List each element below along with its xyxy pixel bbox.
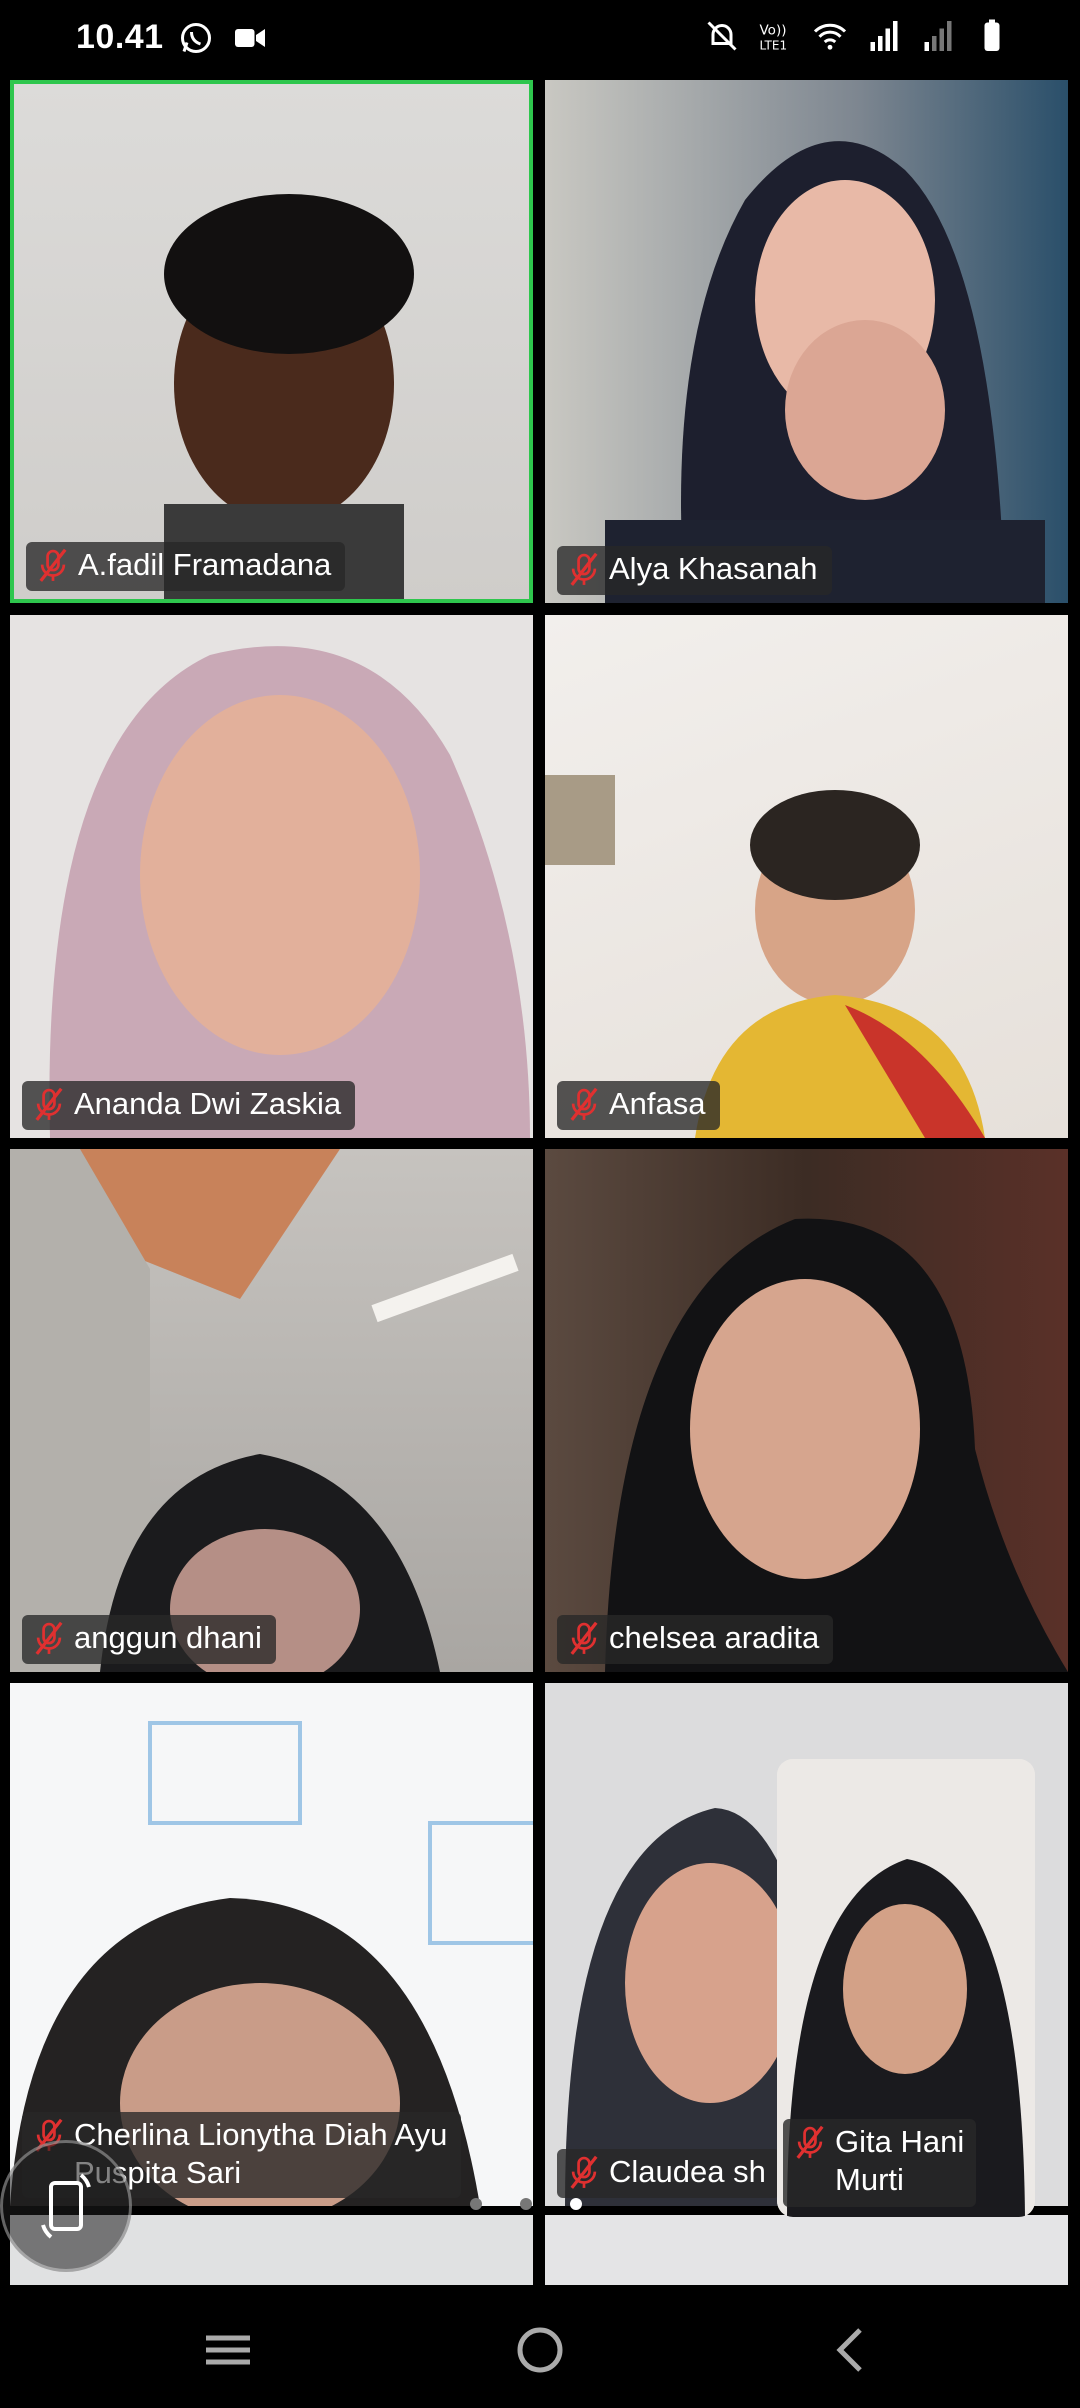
participant-video bbox=[49, 646, 530, 1138]
participant-name: Claudea sh bbox=[609, 2154, 766, 2189]
participant-tile-alya[interactable]: Alya Khasanah bbox=[545, 80, 1068, 603]
back-icon[interactable] bbox=[822, 2320, 882, 2380]
mic-muted-icon bbox=[39, 548, 67, 582]
participant-name-tag: chelsea aradita bbox=[557, 1615, 834, 1664]
participant-tile-afadil[interactable]: A.fadil Framadana bbox=[10, 80, 533, 603]
participant-tile-anfasa[interactable]: Anfasa bbox=[545, 615, 1068, 1138]
rotate-screen-button[interactable] bbox=[0, 2140, 132, 2272]
mute-bell-icon bbox=[707, 21, 737, 51]
participant-video bbox=[164, 194, 414, 599]
participant-name-line1: Cherlina Lionytha Diah Ayu bbox=[74, 2117, 448, 2152]
self-view-pip[interactable]: Gita Hani Murti bbox=[777, 1759, 1035, 2217]
signal-icon bbox=[870, 21, 898, 51]
page-dot[interactable] bbox=[520, 2198, 532, 2210]
self-name-line1: Gita Hani bbox=[835, 2124, 965, 2159]
participant-name-line2: Puspita Sari bbox=[74, 2155, 242, 2190]
participant-video bbox=[605, 141, 1045, 603]
participant-name-tag: Ananda Dwi Zaskia bbox=[22, 1081, 356, 1130]
participant-name: A.fadil Framadana bbox=[78, 547, 332, 582]
page-dot-active[interactable] bbox=[570, 2198, 582, 2210]
participant-tile-ananda[interactable]: Ananda Dwi Zaskia bbox=[10, 615, 533, 1138]
navigation-bar bbox=[0, 2290, 1080, 2408]
mic-muted-icon bbox=[570, 1621, 598, 1655]
next-row-preview bbox=[0, 2215, 1080, 2285]
page-indicator bbox=[470, 2198, 582, 2210]
participant-video bbox=[10, 1149, 519, 1672]
volte-icon: Vo))LTE1 bbox=[760, 23, 788, 53]
participant-tile-cherlina[interactable]: Cherlina Lionytha Diah Ayu Puspita Sari bbox=[10, 1683, 533, 2206]
participant-name: Ananda Dwi Zaskia bbox=[74, 1086, 342, 1121]
status-time: 10.41 bbox=[76, 18, 164, 56]
participant-name-tag: Anfasa bbox=[557, 1081, 720, 1130]
wifi-icon bbox=[813, 23, 847, 50]
battery-icon bbox=[984, 19, 1000, 51]
status-bar: 10.41 Vo)) LTE1 bbox=[0, 0, 1080, 78]
participant-name-tag: Alya Khasanah bbox=[557, 546, 832, 595]
participant-name-tag: anggun dhani bbox=[22, 1615, 276, 1664]
participant-name-tag: A.fadil Framadana bbox=[26, 542, 346, 591]
mic-muted-icon bbox=[570, 1087, 598, 1121]
participant-video bbox=[545, 775, 985, 1138]
mic-muted-icon bbox=[570, 2155, 598, 2189]
participant-name: anggun dhani bbox=[74, 1620, 262, 1655]
participant-tile-chelsea[interactable]: chelsea aradita bbox=[545, 1149, 1068, 1672]
mic-muted-icon bbox=[35, 1087, 63, 1121]
page-dot[interactable] bbox=[470, 2198, 482, 2210]
self-view-name-tag: Gita Hani Murti bbox=[783, 2119, 977, 2207]
mic-muted-icon bbox=[35, 1621, 63, 1655]
participant-name: chelsea aradita bbox=[609, 1620, 820, 1655]
whatsapp-icon bbox=[181, 23, 211, 53]
participant-name: Alya Khasanah bbox=[609, 551, 818, 586]
mic-muted-icon bbox=[796, 2125, 824, 2159]
svg-text:Vo)): Vo)) bbox=[760, 23, 787, 39]
recent-apps-icon[interactable] bbox=[198, 2320, 258, 2380]
video-camera-icon bbox=[235, 29, 265, 47]
signal-weak-icon bbox=[924, 21, 952, 51]
self-name-line2: Murti bbox=[835, 2162, 904, 2197]
svg-text:LTE1: LTE1 bbox=[760, 39, 788, 53]
participant-name-tag: Claudea sh bbox=[557, 2149, 780, 2198]
participant-name: Anfasa bbox=[609, 1086, 706, 1121]
rotate-screen-icon bbox=[41, 2173, 91, 2239]
participant-video bbox=[605, 1218, 1068, 1672]
home-icon[interactable] bbox=[510, 2320, 570, 2380]
participant-tile-anggun[interactable]: anggun dhani bbox=[10, 1149, 533, 1672]
mic-muted-icon bbox=[570, 552, 598, 586]
